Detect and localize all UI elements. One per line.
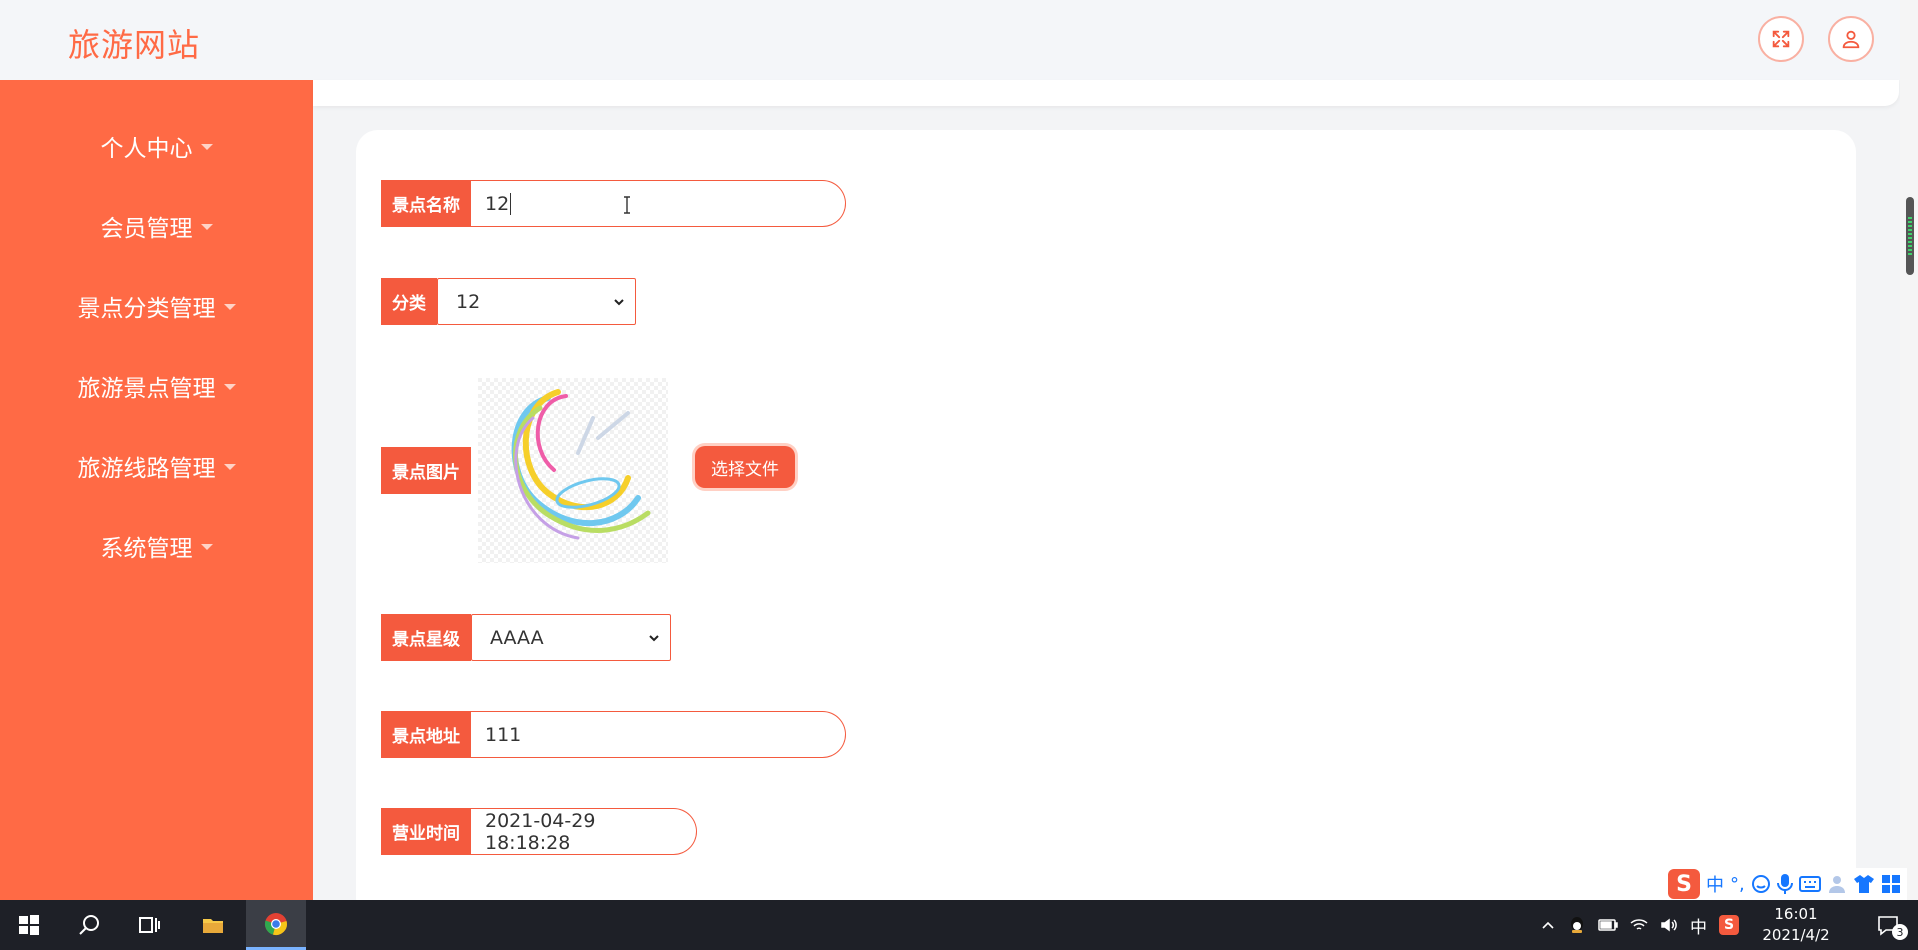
form-row-hours: 营业时间 2021-04-29 18:18:28 [381, 808, 697, 855]
clock-date: 2021/4/2 [1762, 926, 1830, 944]
chevron-down-icon [614, 298, 624, 305]
battery-icon[interactable] [1598, 917, 1618, 933]
caret-down-icon [200, 224, 213, 230]
search-icon [79, 915, 99, 935]
sidebar-item-personal-center[interactable]: 个人中心 [0, 116, 313, 176]
chrome-icon [264, 912, 287, 935]
breadcrumb-strip [313, 80, 1899, 106]
address-input[interactable]: 111 [471, 711, 846, 758]
task-view-icon [139, 917, 160, 933]
form-row-address: 景点地址 111 [381, 711, 846, 758]
sidebar-item-scenic-spot-management[interactable]: 旅游景点管理 [0, 356, 313, 416]
user-button[interactable] [1828, 16, 1874, 62]
sidebar-item-label: 个人中心 [100, 136, 193, 162]
caret-down-icon [223, 464, 236, 470]
field-label: 营业时间 [381, 808, 471, 855]
task-view-button[interactable] [122, 900, 176, 950]
scrollbar-thumb[interactable] [1906, 197, 1914, 275]
sidebar-item-system-management[interactable]: 系统管理 [0, 516, 313, 576]
input-language-indicator[interactable]: 中 [1690, 913, 1707, 938]
input-value: 2021-04-29 18:18:28 [485, 809, 596, 854]
chevron-up-icon[interactable] [1540, 917, 1556, 933]
wifi-icon[interactable] [1630, 917, 1648, 933]
expand-icon [1772, 30, 1790, 48]
caret-down-icon [200, 544, 213, 550]
skin-icon[interactable] [1853, 874, 1875, 894]
category-select[interactable]: 12 [437, 278, 636, 325]
caret-down-icon [223, 384, 236, 390]
site-brand: 旅游网站 [68, 26, 201, 64]
fullscreen-button[interactable] [1758, 16, 1804, 62]
form-row-name: 景点名称 12 [381, 180, 846, 227]
keyboard-icon[interactable] [1798, 876, 1821, 892]
chevron-down-icon [649, 634, 659, 641]
user-icon [1842, 30, 1860, 49]
chrome-button[interactable] [246, 900, 306, 950]
form-row-image: 景点图片 [381, 447, 471, 494]
sidebar-item-route-management[interactable]: 旅游线路管理 [0, 436, 313, 496]
page-scrollbar[interactable] [1900, 0, 1918, 900]
ime-mode[interactable]: 中 [1706, 871, 1724, 897]
system-tray: 中 S [1540, 900, 1739, 950]
sidebar-item-label: 旅游线路管理 [77, 456, 216, 482]
caret-down-icon [200, 144, 213, 150]
app-window: 旅游网站 个人中心 会员管理 景点分类管理 旅游景点管理 旅游线路管理 系统管理… [0, 0, 1918, 950]
text-cursor-icon [624, 196, 630, 214]
qq-icon[interactable] [1568, 916, 1586, 934]
input-value: 12 [485, 192, 510, 215]
volume-icon[interactable] [1660, 917, 1678, 933]
ime-toolbar: S 中 °, [1662, 868, 1907, 900]
field-label: 景点地址 [381, 711, 471, 758]
choose-file-button[interactable]: 选择文件 [695, 446, 795, 488]
star-level-select[interactable]: AAAA [471, 614, 671, 661]
clock-time: 16:01 [1774, 905, 1818, 923]
notification-center-button[interactable]: 3 [1868, 900, 1908, 950]
text-caret [510, 192, 512, 215]
form-row-level: 景点星级 AAAA [381, 614, 671, 661]
field-label: 分类 [381, 278, 437, 325]
input-value: 111 [485, 723, 522, 746]
field-label: 景点名称 [381, 180, 471, 227]
notification-badge: 3 [1892, 924, 1908, 940]
user-tool-icon[interactable] [1827, 874, 1847, 894]
toolbox-icon[interactable] [1881, 874, 1901, 894]
emoji-icon[interactable] [1751, 874, 1771, 894]
select-value: AAAA [490, 626, 544, 649]
sidebar-item-label: 景点分类管理 [77, 296, 216, 322]
spot-name-input[interactable]: 12 [471, 180, 846, 227]
caret-down-icon [223, 304, 236, 310]
taskbar-clock[interactable]: 16:01 2021/4/2 [1756, 904, 1836, 946]
windows-logo-icon [19, 915, 39, 935]
search-button[interactable] [62, 900, 116, 950]
spot-image-preview [478, 378, 668, 563]
business-hours-input[interactable]: 2021-04-29 18:18:28 [471, 808, 697, 855]
start-button[interactable] [0, 900, 58, 950]
scroll-grip-icon [1908, 217, 1912, 255]
sogou-logo-icon[interactable]: S [1668, 869, 1700, 899]
microphone-icon[interactable] [1776, 873, 1793, 895]
field-label: 景点星级 [381, 614, 471, 661]
sidebar-item-label: 系统管理 [100, 536, 193, 562]
select-value: 12 [456, 290, 481, 313]
folder-icon [203, 919, 223, 933]
sidebar-item-member-management[interactable]: 会员管理 [0, 196, 313, 256]
form-row-category: 分类 12 [381, 278, 636, 325]
sidebar-item-label: 旅游景点管理 [77, 376, 216, 402]
sidebar: 个人中心 会员管理 景点分类管理 旅游景点管理 旅游线路管理 系统管理 [0, 80, 313, 900]
file-explorer-button[interactable] [186, 900, 240, 950]
top-bar: 旅游网站 [0, 0, 1900, 80]
sidebar-item-label: 会员管理 [100, 216, 193, 242]
sogou-tray-icon[interactable]: S [1719, 915, 1739, 935]
field-label: 景点图片 [381, 447, 471, 494]
ime-punct[interactable]: °, [1730, 874, 1745, 895]
windows-taskbar: 中 S 16:01 2021/4/2 3 [0, 900, 1918, 950]
sidebar-item-category-management[interactable]: 景点分类管理 [0, 276, 313, 336]
